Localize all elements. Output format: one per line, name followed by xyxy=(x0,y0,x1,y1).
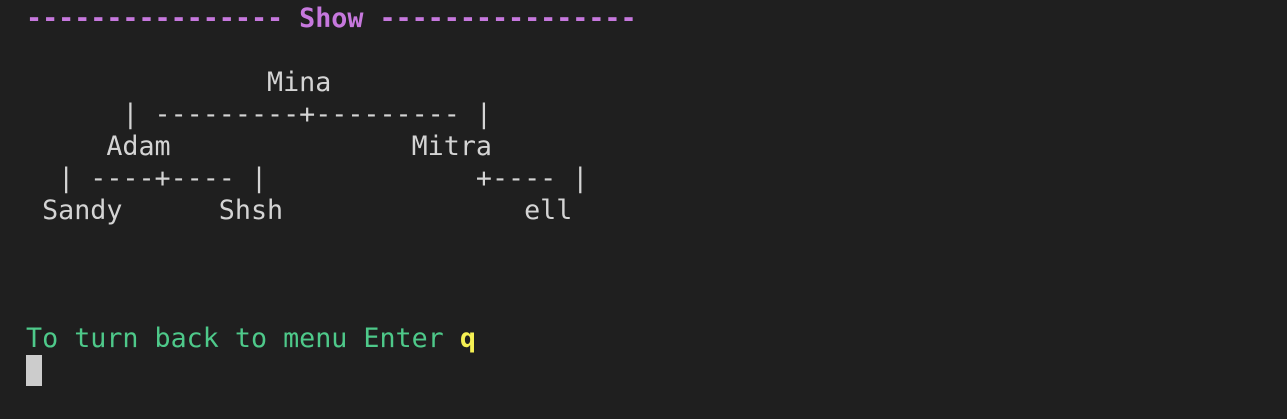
tree-line: Mina xyxy=(26,67,332,98)
menu-prompt: To turn back to menu Enter q xyxy=(26,323,476,355)
text-cursor[interactable] xyxy=(26,355,42,386)
tree-line: | ---------+--------- | xyxy=(26,99,492,130)
tree-line: Sandy Shsh ell xyxy=(26,195,573,226)
tree-line: | ----+---- | +---- | xyxy=(26,163,589,194)
prompt-key: q xyxy=(459,323,476,354)
section-header: ---------------- Show ---------------- xyxy=(26,3,637,34)
terminal-window[interactable]: ---------------- Show ---------------- M… xyxy=(0,0,1287,419)
prompt-text: To turn back to menu Enter xyxy=(26,323,460,354)
tree-line: Adam Mitra xyxy=(26,131,492,162)
